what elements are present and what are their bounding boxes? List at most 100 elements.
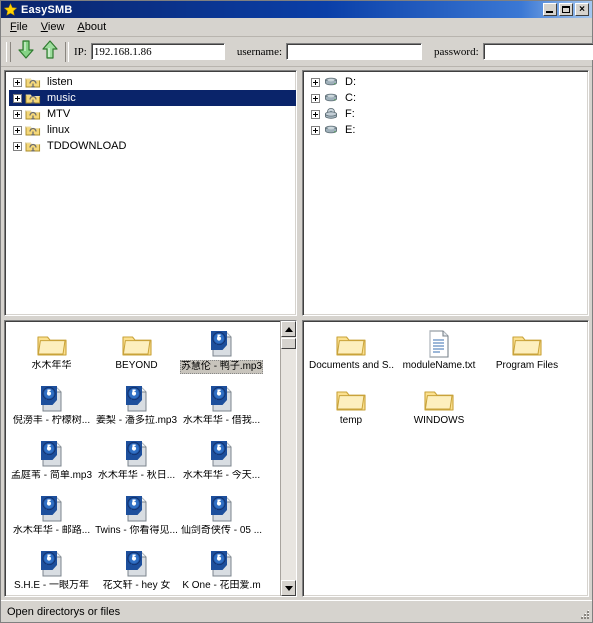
local-files-grid: Documents and S... moduleName.txt Program … xyxy=(307,327,588,437)
ip-label: IP: xyxy=(74,45,87,58)
menu-item-view-label: iew xyxy=(47,21,65,33)
resize-grip[interactable] xyxy=(578,608,590,620)
username-field-group: username: xyxy=(237,43,423,60)
file-item[interactable]: 孟庭苇 - 简单.mp3 xyxy=(9,437,94,492)
share-folder-icon xyxy=(25,107,41,121)
share-folder-icon xyxy=(25,91,41,105)
text-file-icon xyxy=(426,327,452,359)
file-item[interactable]: 姜梨 - 潘多拉.mp3 xyxy=(94,382,179,437)
tree-node-mtv[interactable]: MTV xyxy=(9,106,296,122)
password-field-group: password: xyxy=(434,43,593,60)
file-item[interactable]: 花文轩 - hey 女 xyxy=(94,547,179,596)
expand-icon[interactable] xyxy=(311,77,320,87)
tree-node-label: C: xyxy=(345,92,356,104)
local-tree[interactable]: D: C: F: E: xyxy=(303,71,588,138)
star-icon xyxy=(3,3,18,16)
maximize-button[interactable] xyxy=(559,3,573,16)
tree-node-tddownload[interactable]: TDDOWNLOAD xyxy=(9,138,296,154)
share-folder-icon xyxy=(25,139,41,153)
scrollbar-thumb[interactable] xyxy=(281,338,296,349)
expand-icon[interactable] xyxy=(13,93,22,103)
expand-icon[interactable] xyxy=(13,77,22,87)
media-file-icon xyxy=(37,382,67,414)
green-up-arrow-icon xyxy=(41,40,59,63)
tree-node-label: MTV xyxy=(47,108,71,120)
expand-icon[interactable] xyxy=(13,109,22,119)
file-item-label: 倪澇丰 - 柠檬树... xyxy=(12,415,91,426)
file-item-label: WINDOWS xyxy=(413,415,465,426)
file-item[interactable]: 水木年华 - 借我... xyxy=(179,382,264,437)
scroll-down-button[interactable] xyxy=(281,580,296,596)
expand-icon[interactable] xyxy=(13,141,22,151)
password-input[interactable] xyxy=(482,43,593,60)
tree-node-c[interactable]: C: xyxy=(307,90,588,106)
statusbar: Open directorys or files xyxy=(1,600,592,622)
chevron-up-icon xyxy=(284,326,293,332)
tree-node-f[interactable]: F: xyxy=(307,106,588,122)
toolbar-grip[interactable] xyxy=(6,41,11,62)
file-item[interactable]: S.H.E - 一眼万年 xyxy=(9,547,94,596)
file-item[interactable]: 仙剑奇侠传 - 05 ... xyxy=(179,492,264,547)
expand-icon[interactable] xyxy=(311,93,320,103)
folder-icon xyxy=(335,382,367,414)
expand-icon[interactable] xyxy=(311,125,320,135)
upload-button[interactable] xyxy=(38,40,62,64)
local-files-view[interactable]: Documents and S... moduleName.txt Program … xyxy=(303,321,588,596)
media-file-icon xyxy=(122,382,152,414)
file-item[interactable]: 水木年华 - 邮路... xyxy=(9,492,94,547)
remote-files-scrollbar[interactable] xyxy=(280,321,296,596)
file-item[interactable]: WINDOWS xyxy=(395,382,483,437)
tree-node-d[interactable]: D: xyxy=(307,74,588,90)
file-item[interactable]: Documents and S... xyxy=(307,327,395,382)
media-file-icon xyxy=(37,547,67,579)
file-item[interactable]: Twins - 你看得见... xyxy=(94,492,179,547)
remote-files-view[interactable]: 水木年华 BEYOND 苏慧伦 - 鸭子.mp3 倪澇丰 - 柠檬树... 姜梨 - 潘… xyxy=(5,321,280,596)
folder-icon xyxy=(121,327,153,359)
file-item[interactable]: K One - 花田爱.m xyxy=(179,547,264,596)
file-item[interactable]: temp xyxy=(307,382,395,437)
tree-node-listen[interactable]: listen xyxy=(9,74,296,90)
tree-node-label: listen xyxy=(47,76,73,88)
file-item[interactable]: 水木年华 xyxy=(9,327,94,382)
hard-drive-icon xyxy=(323,123,339,137)
file-item[interactable]: 水木年华 - 秋日... xyxy=(94,437,179,492)
share-folder-icon xyxy=(25,123,41,137)
file-item-label: 水木年华 - 借我... xyxy=(182,415,261,426)
file-item-label: Twins - 你看得见... xyxy=(95,525,178,536)
file-item[interactable]: Program Files xyxy=(483,327,571,382)
file-item-label: 孟庭苇 - 简单.mp3 xyxy=(10,470,93,481)
file-item[interactable]: 水木年华 - 今天... xyxy=(179,437,264,492)
tree-node-e[interactable]: E: xyxy=(307,122,588,138)
hard-drive-icon xyxy=(323,75,339,89)
media-file-icon xyxy=(122,437,152,469)
tree-node-label: music xyxy=(47,92,76,104)
username-input[interactable] xyxy=(286,43,423,60)
scroll-up-button[interactable] xyxy=(281,321,296,337)
menu-item-about[interactable]: About xyxy=(71,19,113,35)
download-button[interactable] xyxy=(14,40,38,64)
file-item-label: BEYOND xyxy=(115,360,158,371)
tree-node-linux[interactable]: linux xyxy=(9,122,296,138)
menu-item-file[interactable]: File xyxy=(4,19,35,35)
expand-icon[interactable] xyxy=(311,109,320,119)
folder-icon xyxy=(335,327,367,359)
close-button[interactable]: × xyxy=(575,3,589,16)
expand-icon[interactable] xyxy=(13,125,22,135)
file-item-label: 仙剑奇侠传 - 05 ... xyxy=(180,525,263,536)
file-item[interactable]: moduleName.txt xyxy=(395,327,483,382)
file-item-label: 水木年华 - 秋日... xyxy=(97,470,176,481)
tree-node-music[interactable]: music xyxy=(9,90,296,106)
ip-input[interactable] xyxy=(90,43,225,60)
menu-item-view[interactable]: View xyxy=(35,19,72,35)
toolbar-separator xyxy=(65,41,69,62)
file-item[interactable]: 苏慧伦 - 鸭子.mp3 xyxy=(179,327,264,382)
minimize-button[interactable] xyxy=(543,3,557,16)
menu-item-about-label: bout xyxy=(84,21,107,33)
remote-files-grid: 水木年华 BEYOND 苏慧伦 - 鸭子.mp3 倪澇丰 - 柠檬树... 姜梨 - 潘… xyxy=(9,327,280,596)
media-file-icon xyxy=(37,437,67,469)
media-file-icon xyxy=(122,492,152,524)
remote-tree[interactable]: listen music MTV linux TDDOWNLOAD xyxy=(5,71,296,154)
file-item[interactable]: 倪澇丰 - 柠檬树... xyxy=(9,382,94,437)
file-item-label: temp xyxy=(339,415,363,426)
file-item[interactable]: BEYOND xyxy=(94,327,179,382)
